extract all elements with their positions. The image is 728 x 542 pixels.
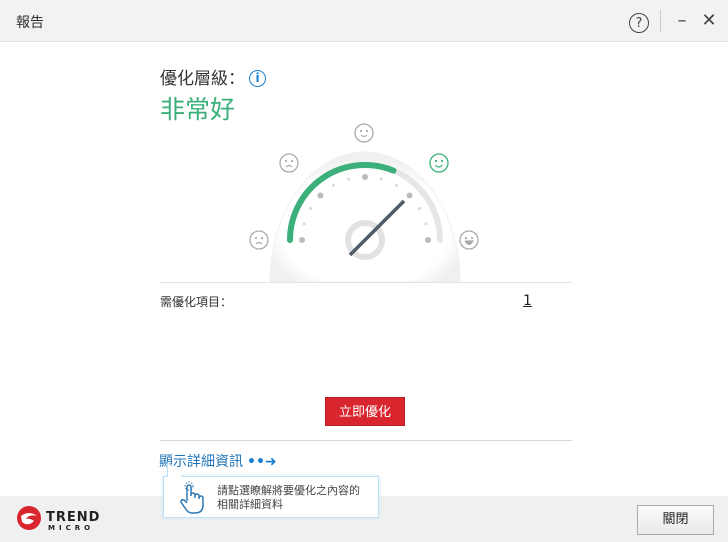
optimize-now-button[interactable]: 立即優化 [325, 397, 405, 426]
gauge-tick [299, 237, 305, 243]
gauge-tick [424, 222, 428, 226]
gauge-tick [308, 206, 313, 211]
laugh-face-icon [459, 230, 479, 250]
gauge-tick [425, 237, 431, 243]
title-bar: 報告 ? – ✕ [0, 0, 728, 42]
gauge-tick [406, 192, 413, 199]
level-value: 非常好 [160, 95, 236, 124]
arrow-right-icon: ••➜ [247, 454, 277, 470]
gauge-tick [347, 177, 351, 181]
brand-sub: MICRO [48, 524, 95, 532]
divider [160, 440, 572, 441]
info-icon[interactable]: i [249, 70, 266, 87]
hand-pointer-icon [180, 481, 204, 514]
gauge-tick [379, 177, 383, 181]
gauge-dial [269, 151, 461, 283]
window-title: 報告 [16, 15, 44, 31]
tooltip: 請點選瞭解將要優化之內容的 相關詳細資料 [163, 462, 379, 518]
close-button[interactable]: 關閉 [637, 505, 714, 535]
level-label-text: 優化層級： [160, 69, 245, 89]
minimize-button[interactable]: – [671, 10, 693, 32]
gauge-tick [331, 183, 336, 188]
tooltip-line: 請點選瞭解將要優化之內容的 [217, 484, 360, 497]
optimization-gauge [249, 123, 479, 283]
sad-face-icon [279, 153, 299, 173]
gauge-tick [362, 174, 368, 180]
neutral-face-icon [354, 123, 374, 143]
tooltip-line: 相關詳細資料 [217, 498, 283, 511]
level-label: 優化層級： i [160, 64, 266, 89]
divider [660, 10, 661, 32]
gauge-tick [317, 192, 324, 199]
angry-face-icon [249, 230, 269, 250]
happy-face-icon [429, 153, 449, 173]
divider [160, 282, 572, 283]
gauge-tick [302, 222, 306, 226]
gauge-tick [394, 183, 399, 188]
tooltip-text: 請點選瞭解將要優化之內容的 相關詳細資料 [217, 484, 360, 512]
trend-micro-logo [17, 506, 41, 530]
gauge-tick [417, 206, 422, 211]
brand-name: TREND [46, 510, 101, 525]
close-window-button[interactable]: ✕ [698, 10, 720, 32]
show-details-link[interactable]: 顯示詳細資訊 ••➜ [159, 451, 277, 471]
help-button[interactable]: ? [629, 13, 649, 33]
items-count-link[interactable]: 1 [523, 293, 532, 309]
items-label: 需優化項目： [160, 295, 233, 309]
